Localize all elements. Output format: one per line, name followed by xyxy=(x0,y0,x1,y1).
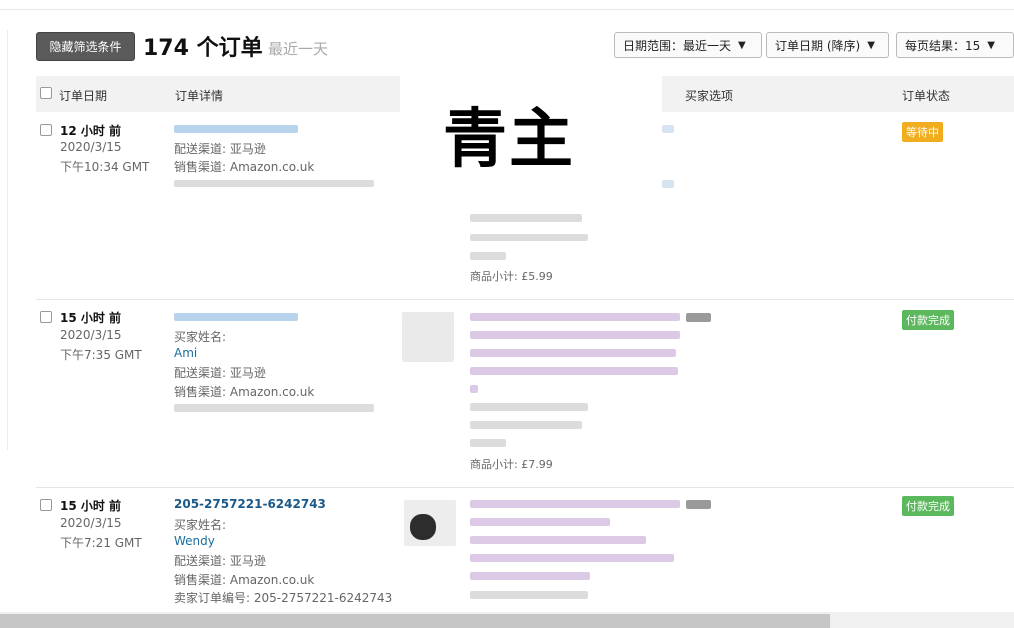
redacted-text xyxy=(686,313,711,322)
buyer-name-link[interactable]: Ami xyxy=(174,346,197,360)
order-count: 174 个订单 xyxy=(143,36,263,61)
product-title-blurred xyxy=(470,572,590,580)
redacted-text xyxy=(470,214,582,222)
chevron-down-icon: ▼ xyxy=(867,39,875,51)
order-date: 2020/3/15 xyxy=(60,328,122,342)
redacted-text xyxy=(174,404,374,412)
hide-filters-button[interactable]: 隐藏筛选条件 xyxy=(36,32,135,61)
column-order-details: 订单详情 xyxy=(175,89,224,103)
sales-channel: 销售渠道: Amazon.co.uk xyxy=(174,573,315,587)
top-divider xyxy=(0,9,1014,10)
status-badge: 付款完成 xyxy=(902,496,954,516)
buyer-name-link[interactable]: Wendy xyxy=(174,534,215,548)
order-time: 下午7:35 GMT xyxy=(60,348,142,362)
redacted-text xyxy=(470,403,588,411)
chevron-down-icon: ▼ xyxy=(738,39,746,51)
per-page-value: 每页结果：15 xyxy=(905,38,981,53)
overlay-watermark-text: 青主 xyxy=(443,103,575,177)
product-title-blurred xyxy=(470,536,646,544)
order-age: 12 小时 前 xyxy=(60,124,122,138)
order-id-link[interactable]: 205-2757221-6242743 xyxy=(174,497,326,511)
product-title-blurred xyxy=(470,385,478,393)
scrollbar-thumb[interactable] xyxy=(0,614,830,628)
redacted-text xyxy=(174,180,374,187)
buyer-name-label: 买家姓名: xyxy=(174,330,227,344)
row-divider xyxy=(36,487,1014,488)
redacted-text xyxy=(470,439,506,447)
order-age: 15 小时 前 xyxy=(60,311,122,325)
column-order-date[interactable]: 订单日期 xyxy=(59,87,107,104)
sort-select[interactable]: 订单日期 (降序) ▼ xyxy=(766,32,889,58)
row-divider xyxy=(36,299,1014,300)
ship-channel: 配送渠道: 亚马逊 xyxy=(174,366,266,380)
buyer-name-label: 买家姓名: xyxy=(174,518,227,532)
order-age: 15 小时 前 xyxy=(60,499,122,513)
product-title-blurred xyxy=(470,554,674,562)
product-title-blurred xyxy=(470,367,678,375)
ship-channel: 配送渠道: 亚马逊 xyxy=(174,142,266,156)
date-range-select[interactable]: 日期范围：最近一天 ▼ xyxy=(614,32,762,58)
product-title-blurred[interactable] xyxy=(470,500,680,508)
product-title-blurred xyxy=(470,518,610,526)
select-all-checkbox[interactable] xyxy=(40,87,52,99)
order-time: 下午7:21 GMT xyxy=(60,536,142,550)
product-title-blurred[interactable] xyxy=(470,313,680,321)
redacted-text xyxy=(470,421,582,429)
per-page-select[interactable]: 每页结果：15 ▼ xyxy=(896,32,1014,58)
order-id-blurred[interactable] xyxy=(174,313,298,321)
order-time: 下午10:34 GMT xyxy=(60,160,150,174)
sales-channel: 销售渠道: Amazon.co.uk xyxy=(174,385,315,399)
date-range-value: 日期范围：最近一天 xyxy=(623,38,732,53)
product-title-blurred xyxy=(470,331,680,339)
status-badge: 等待中 xyxy=(902,122,943,142)
row-checkbox[interactable] xyxy=(40,124,52,136)
redacted-text xyxy=(470,252,506,260)
status-badge: 付款完成 xyxy=(902,310,954,330)
seller-order-number: 卖家订单编号: 205-2757221-6242743 xyxy=(174,591,393,605)
product-thumbnail[interactable] xyxy=(402,312,454,362)
item-subtotal: 商品小计: £7.99 xyxy=(470,458,553,471)
item-subtotal: 商品小计: £5.99 xyxy=(470,270,553,283)
sales-channel: 销售渠道: Amazon.co.uk xyxy=(174,160,315,174)
column-order-status: 订单状态 xyxy=(902,89,951,103)
ship-channel: 配送渠道: 亚马逊 xyxy=(174,554,266,568)
order-range-label: 最近一天 xyxy=(268,40,329,58)
redacted-text xyxy=(470,234,588,241)
order-date: 2020/3/15 xyxy=(60,516,122,530)
row-checkbox[interactable] xyxy=(40,311,52,323)
chevron-down-icon: ▼ xyxy=(987,39,995,51)
redacted-text xyxy=(470,591,588,599)
order-date: 2020/3/15 xyxy=(60,140,122,154)
order-id-blurred[interactable] xyxy=(174,125,298,133)
left-divider xyxy=(7,30,8,450)
redacted-text xyxy=(686,500,711,509)
sort-value: 订单日期 (降序) xyxy=(775,38,861,53)
redacted-text xyxy=(662,125,674,133)
row-checkbox[interactable] xyxy=(40,499,52,511)
column-buyer-options: 买家选项 xyxy=(685,89,734,103)
product-title-blurred xyxy=(470,349,676,357)
redacted-text xyxy=(662,180,674,188)
product-image-blurred xyxy=(410,514,436,540)
